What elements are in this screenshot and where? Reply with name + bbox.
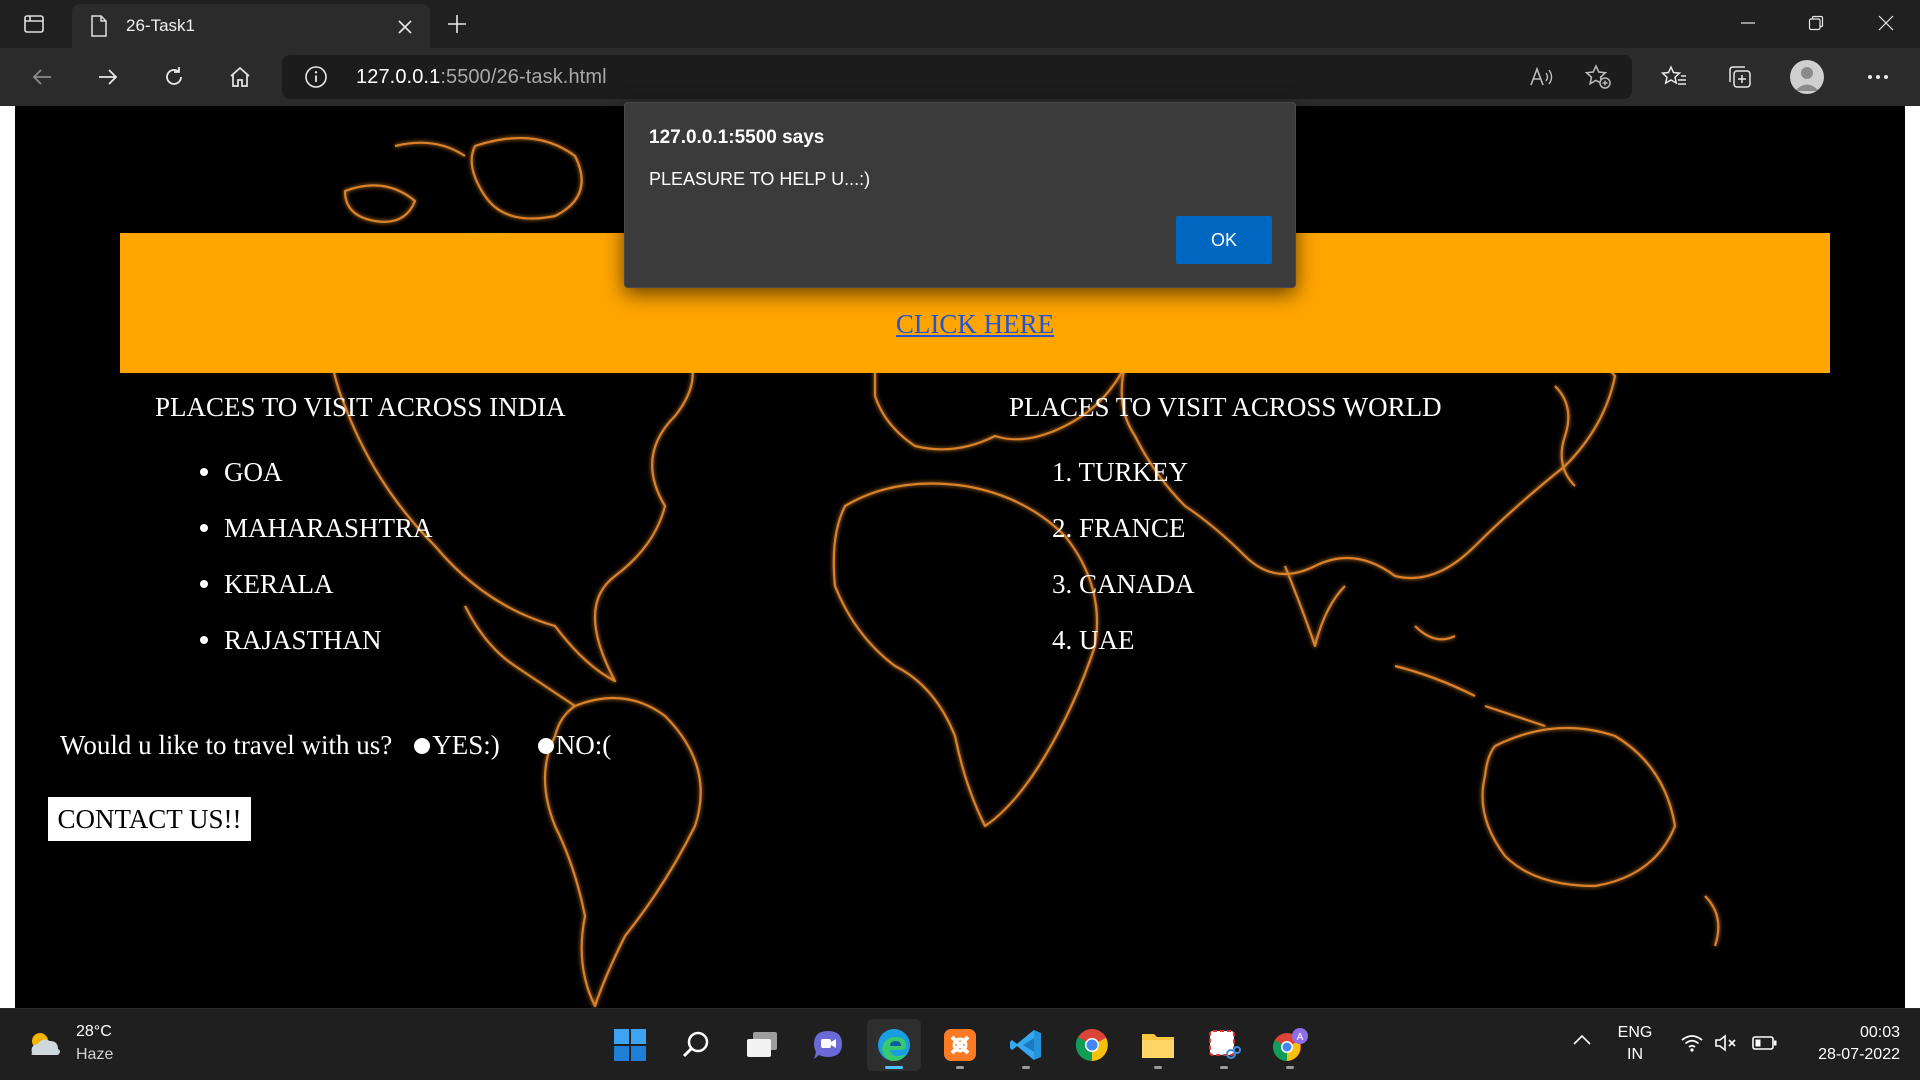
world-places-list: 1. TURKEY 2. FRANCE 3. CANADA 4. UAE	[1052, 444, 1195, 668]
yes-radio[interactable]	[414, 737, 431, 754]
favorites-icon[interactable]	[1654, 57, 1694, 97]
file-explorer-icon[interactable]	[1131, 1019, 1185, 1071]
xampp-icon[interactable]	[933, 1019, 987, 1071]
click-here-link[interactable]: CLICK HERE	[120, 309, 1830, 340]
bullet-icon	[200, 580, 208, 588]
lang-region: IN	[1627, 1046, 1643, 1063]
home-icon[interactable]	[220, 57, 260, 97]
running-indicator	[1286, 1066, 1294, 1069]
list-item: 3. CANADA	[1052, 568, 1195, 599]
close-tab-icon[interactable]	[392, 14, 418, 40]
clock[interactable]: 00:03 28-07-2022	[1790, 1022, 1900, 1066]
list-item: KERALA	[200, 556, 433, 612]
teams-chat-icon[interactable]	[801, 1019, 855, 1071]
list-item: RAJASTHAN	[200, 612, 433, 668]
india-heading: PLACES TO VISIT ACROSS INDIA	[155, 392, 566, 422]
browser-tab[interactable]: 26-Task1	[72, 4, 430, 48]
svg-text:A: A	[1297, 1032, 1304, 1043]
travel-question: Would u like to travel with us?	[60, 730, 393, 760]
world-heading: PLACES TO VISIT ACROSS WORLD	[1009, 392, 1442, 422]
bullet-icon	[200, 636, 208, 644]
weather-widget[interactable]: 28°C Haze	[24, 1021, 134, 1069]
india-place: MAHARASHTRA	[224, 512, 433, 543]
wifi-icon[interactable]	[1680, 1033, 1704, 1058]
clock-time: 00:03	[1859, 1024, 1900, 1041]
windows-start-icon[interactable]	[603, 1019, 657, 1071]
list-item: 4. UAE	[1052, 624, 1135, 655]
new-tab-icon[interactable]	[440, 8, 474, 40]
no-radio[interactable]	[537, 737, 554, 754]
volume-muted-icon[interactable]	[1714, 1033, 1738, 1058]
running-indicator	[956, 1066, 964, 1069]
task-view-icon[interactable]	[735, 1019, 789, 1071]
refresh-icon[interactable]	[154, 57, 194, 97]
dialog-message: PLEASURE TO HELP U...:)	[649, 169, 871, 189]
page-icon	[90, 15, 108, 42]
chrome-icon[interactable]	[1065, 1019, 1119, 1071]
weather-haze-icon	[31, 1033, 60, 1055]
india-place: KERALA	[224, 568, 334, 599]
site-info-icon[interactable]	[304, 65, 328, 94]
no-label: NO:(	[555, 730, 612, 760]
minimize-icon[interactable]	[1714, 0, 1782, 46]
edge-icon[interactable]	[867, 1019, 921, 1071]
travel-question-row: Would u like to travel with us? YES:) NO…	[60, 730, 611, 761]
bullet-icon	[200, 524, 208, 532]
chrome-profile-icon[interactable]: A	[1263, 1019, 1317, 1071]
alert-dialog: 127.0.0.1:5500 says PLEASURE TO HELP U..…	[624, 102, 1296, 288]
restore-icon[interactable]	[1782, 0, 1850, 46]
forward-icon[interactable]	[88, 57, 128, 97]
yes-label: YES:)	[432, 730, 500, 760]
url-host: 127.0.0.1	[356, 66, 441, 88]
snipping-tool-icon[interactable]	[1197, 1019, 1251, 1071]
collections-icon[interactable]	[1720, 57, 1760, 97]
language-indicator[interactable]: ENG IN	[1612, 1022, 1658, 1066]
list-item: 1. TURKEY	[1052, 456, 1189, 487]
read-aloud-icon[interactable]	[1526, 62, 1558, 92]
running-indicator	[885, 1066, 903, 1069]
add-favorite-icon[interactable]	[1582, 62, 1614, 92]
ok-button[interactable]: OK	[1176, 216, 1272, 264]
tab-actions-icon[interactable]	[18, 10, 50, 38]
vscode-icon[interactable]	[999, 1019, 1053, 1071]
weather-temp: 28°C	[76, 1023, 112, 1040]
dialog-title: 127.0.0.1:5500 says	[649, 127, 825, 148]
battery-icon[interactable]	[1752, 1035, 1778, 1056]
browser-toolbar: 127.0.0.1:5500/26-task.html	[0, 48, 1920, 106]
back-icon[interactable]	[22, 57, 62, 97]
list-item: GOA	[200, 444, 433, 500]
close-window-icon[interactable]	[1852, 0, 1920, 46]
weather-condition: Haze	[76, 1046, 114, 1063]
windows-taskbar: 28°C Haze A ENG IN 00:03 28-07-2022	[0, 1008, 1920, 1080]
chevron-up-icon[interactable]	[1572, 1033, 1592, 1052]
contact-us-button[interactable]: CONTACT US!!	[48, 797, 251, 841]
india-place: RAJASTHAN	[224, 624, 382, 655]
clock-date: 28-07-2022	[1818, 1046, 1900, 1063]
list-item: 2. FRANCE	[1052, 512, 1186, 543]
more-menu-icon[interactable]	[1858, 57, 1898, 97]
running-indicator	[1220, 1066, 1228, 1069]
list-item: MAHARASHTRA	[200, 500, 433, 556]
lang-code: ENG	[1617, 1024, 1653, 1041]
url-path: :5500/26-task.html	[440, 66, 607, 88]
india-place: GOA	[224, 456, 283, 487]
tab-title: 26-Task1	[126, 16, 195, 35]
running-indicator	[1022, 1066, 1030, 1069]
running-indicator	[1154, 1066, 1162, 1069]
address-bar[interactable]: 127.0.0.1:5500/26-task.html	[282, 55, 1632, 99]
url-text: 127.0.0.1:5500/26-task.html	[356, 66, 607, 89]
search-icon[interactable]	[669, 1019, 723, 1071]
bullet-icon	[200, 468, 208, 476]
india-places-list: GOA MAHARASHTRA KERALA RAJASTHAN	[200, 444, 433, 668]
profile-avatar[interactable]	[1790, 60, 1824, 94]
browser-tab-bar: 26-Task1	[0, 0, 1920, 48]
